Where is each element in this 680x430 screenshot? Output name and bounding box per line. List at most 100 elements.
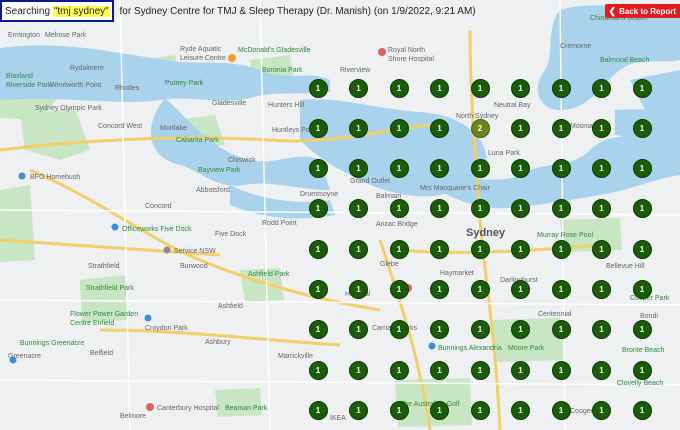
map-label: Bayview Park: [198, 167, 241, 174]
map-label: Balmoral Beach: [600, 57, 650, 64]
rank-pin[interactable]: 1: [430, 360, 449, 380]
rank-pin[interactable]: 1: [349, 78, 368, 98]
back-to-report-button[interactable]: ❮ Back to Report: [604, 4, 680, 18]
rank-pin[interactable]: 1: [430, 400, 449, 420]
rank-pin[interactable]: 1: [592, 400, 611, 420]
rank-pin[interactable]: 1: [592, 78, 611, 98]
rank-pin[interactable]: 1: [308, 280, 328, 299]
rank-pin[interactable]: 1: [551, 78, 571, 98]
rank-pin[interactable]: 1: [632, 400, 652, 420]
map-label: Burwood: [180, 263, 208, 270]
rank-pin[interactable]: 1: [470, 280, 490, 299]
rank-pin[interactable]: 1: [470, 239, 490, 259]
rank-pin[interactable]: 1: [551, 320, 571, 340]
map-background[interactable]: Ermington Melrose Park Ryde Aquatic Leis…: [0, 0, 680, 430]
rank-pin[interactable]: 1: [470, 78, 490, 98]
rank-pin[interactable]: 1: [430, 280, 449, 299]
rank-pin[interactable]: 1: [389, 239, 409, 259]
map-label: Glebe: [380, 261, 399, 268]
rank-pin[interactable]: 1: [349, 280, 368, 299]
rank-pin[interactable]: 1: [389, 118, 409, 138]
rank-pin[interactable]: 1: [308, 360, 328, 380]
map-label: Riverview: [340, 67, 371, 74]
rank-pin[interactable]: 1: [389, 360, 409, 380]
rank-pin[interactable]: 1: [389, 320, 409, 340]
rank-pin[interactable]: 1: [349, 159, 368, 179]
rank-pin[interactable]: 1: [389, 199, 409, 219]
rank-pin[interactable]: 1: [308, 118, 328, 138]
map-label: Canterbury Hospital: [157, 405, 219, 412]
map-label: Service NSW: [174, 248, 216, 255]
rank-pin[interactable]: 1: [430, 78, 449, 98]
rank-pin[interactable]: 1: [389, 400, 409, 420]
rank-pin[interactable]: 1: [511, 78, 530, 98]
rank-pin[interactable]: 1: [430, 239, 449, 259]
rank-pin[interactable]: 1: [389, 280, 409, 299]
rank-pin[interactable]: 1: [349, 400, 368, 420]
search-header: Searching "tmj sydney" for Sydney Centre…: [0, 0, 476, 22]
map-label: Croydon Park: [145, 325, 188, 332]
rank-pin[interactable]: 1: [551, 400, 571, 420]
rank-pin[interactable]: 1: [308, 400, 328, 420]
rank-pin[interactable]: 1: [632, 239, 652, 259]
rank-pin[interactable]: 1: [389, 159, 409, 179]
rank-pin[interactable]: 1: [308, 159, 328, 179]
rank-pin[interactable]: 1: [470, 320, 490, 340]
map-label: Murray Rose Pool: [537, 232, 593, 239]
rank-pin[interactable]: 1: [430, 159, 449, 179]
rank-pin[interactable]: 1: [470, 400, 490, 420]
rank-pin[interactable]: 1: [470, 199, 490, 219]
rank-pin[interactable]: 1: [551, 199, 571, 219]
rank-pin[interactable]: 1: [592, 360, 611, 380]
rank-pin[interactable]: 1: [551, 280, 571, 299]
search-keyword: "tmj sydney": [52, 5, 110, 17]
rank-pin[interactable]: 1: [632, 360, 652, 380]
rank-pin[interactable]: 1: [632, 78, 652, 98]
rank-pin[interactable]: 1: [592, 118, 611, 138]
rank-pin[interactable]: 1: [349, 118, 368, 138]
rank-pin[interactable]: 1: [511, 239, 530, 259]
map-label: Hunters Hill: [268, 102, 305, 109]
rank-pin[interactable]: 1: [511, 159, 530, 179]
rank-pin[interactable]: 1: [308, 239, 328, 259]
rank-pin[interactable]: 1: [592, 280, 611, 299]
map-label: Sydney: [466, 227, 506, 239]
rank-pin[interactable]: 1: [511, 360, 530, 380]
map-label: Sydney Olympic Park: [35, 105, 102, 112]
rank-pin[interactable]: 1: [632, 159, 652, 179]
map-label: Shore Hospital: [388, 56, 434, 63]
rank-pin[interactable]: 1: [592, 159, 611, 179]
rank-pin[interactable]: 1: [308, 199, 328, 219]
rank-pin[interactable]: 1: [632, 280, 652, 299]
rank-pin[interactable]: 1: [551, 159, 571, 179]
rank-pin[interactable]: 1: [511, 280, 530, 299]
rank-pin[interactable]: 1: [308, 320, 328, 340]
rank-pin[interactable]: 1: [551, 360, 571, 380]
rank-pin[interactable]: 1: [349, 239, 368, 259]
map-label: Bunnings Alexandria: [438, 345, 502, 352]
map-label: Drummoyne: [300, 191, 338, 198]
map-label: Gladesville: [212, 100, 246, 107]
rank-pin[interactable]: 1: [308, 78, 328, 98]
rank-pin[interactable]: 1: [592, 239, 611, 259]
map-label: Ashfield: [218, 303, 243, 310]
map-label: Coogee: [570, 408, 595, 415]
map-label: Mrs Macquarie's Chair: [420, 185, 490, 192]
rank-pin[interactable]: 1: [430, 118, 449, 138]
rank-pin[interactable]: 1: [551, 239, 571, 259]
rank-pin[interactable]: 1: [389, 78, 409, 98]
rank-pin[interactable]: 1: [632, 118, 652, 138]
rank-pin[interactable]: 1: [470, 159, 490, 179]
rank-pin[interactable]: 2: [470, 118, 490, 138]
rank-pin[interactable]: 1: [551, 118, 571, 138]
rank-pin[interactable]: 1: [632, 199, 652, 219]
rank-pin[interactable]: 1: [632, 320, 652, 340]
map-label: Rhodes: [115, 85, 140, 92]
rank-pin[interactable]: 1: [511, 400, 530, 420]
rank-pin[interactable]: 1: [470, 360, 490, 380]
map-label: Neutral Bay: [494, 102, 531, 109]
rank-pin[interactable]: 1: [511, 118, 530, 138]
map-label: Abbotsford: [196, 187, 230, 194]
map-label: Beaman Park: [225, 405, 268, 412]
rank-pin[interactable]: 1: [349, 360, 368, 380]
